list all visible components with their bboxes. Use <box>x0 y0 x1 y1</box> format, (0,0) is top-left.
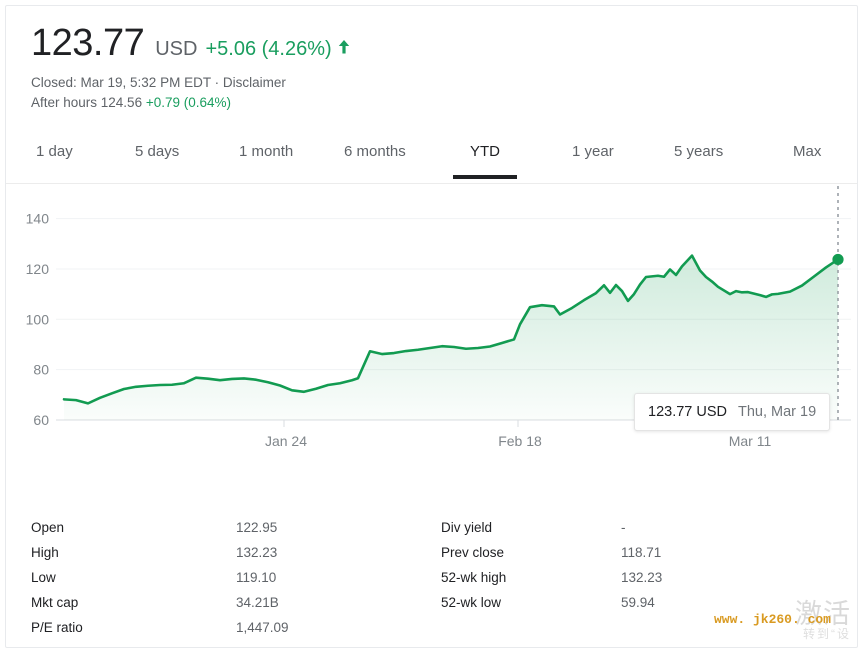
stat-value: - <box>621 520 626 535</box>
x-axis-label: Jan 24 <box>265 433 307 449</box>
after-hours-label: After hours 124.56 <box>31 94 143 110</box>
stat-label: Div yield <box>441 520 493 535</box>
arrow-up-icon <box>338 40 350 57</box>
stat-value: 59.94 <box>621 595 655 610</box>
stock-quote-card: 123.77 USD +5.06 (4.26%) Closed: Mar 19,… <box>5 5 858 648</box>
tab-1-year[interactable]: 1 year <box>572 143 614 174</box>
x-axis-label: Mar 11 <box>729 433 772 449</box>
chart-last-point-dot <box>832 253 844 266</box>
stat-label: Mkt cap <box>31 595 79 610</box>
chart-y-axis-labels: 60 80 100 120 140 <box>26 211 50 428</box>
tab-6-months[interactable]: 6 months <box>344 143 406 174</box>
tab-max[interactable]: Max <box>793 143 821 174</box>
price-chart[interactable]: 60 80 100 120 140 Jan 24 Feb 18 Mar 11 123.77 … <box>6 184 857 506</box>
current-price: 123.77 <box>31 22 145 64</box>
y-axis-label: 140 <box>26 211 50 227</box>
stat-label: Open <box>31 520 65 535</box>
stat-label: 52-wk low <box>441 595 502 610</box>
stat-value: 118.71 <box>621 545 662 560</box>
chart-canvas: 60 80 100 120 140 Jan 24 Feb 18 Mar 11 <box>26 186 851 449</box>
tooltip-price: 123.77 USD <box>648 404 727 421</box>
range-tab-bar: 1 day 5 days 1 month 6 months YTD 1 year 5 yea… <box>6 131 857 185</box>
y-axis-label: 60 <box>33 412 49 428</box>
stat-label: Low <box>31 570 56 585</box>
stat-label: High <box>31 545 59 560</box>
stat-label: P/E ratio <box>31 620 83 635</box>
tab-1-day[interactable]: 1 day <box>36 143 73 174</box>
tab-1-month[interactable]: 1 month <box>239 143 293 174</box>
stat-value: 119.10 <box>236 570 277 585</box>
market-status-text: Closed: Mar 19, 5:32 PM EDT · Disclaimer <box>31 75 286 90</box>
stat-label: Prev close <box>441 545 505 560</box>
currency-label: USD <box>155 38 198 60</box>
tab-5-years[interactable]: 5 years <box>674 143 723 174</box>
price-change: +5.06 (4.26%) <box>205 38 332 60</box>
after-hours-change: +0.79 (0.64%) <box>145 94 232 110</box>
after-hours-row: After hours 124.56 +0.79 (0.64%) <box>31 93 857 113</box>
stat-value: 122.95 <box>236 520 278 535</box>
stat-value: 34.21B <box>236 595 279 610</box>
stats-table: Open 122.95 Div yield - High 132.23 Prev close… <box>31 515 831 640</box>
stat-value: 132.23 <box>236 545 278 560</box>
y-axis-label: 120 <box>26 261 50 277</box>
chart-tooltip: 123.77 USD Thu, Mar 19 <box>634 393 831 432</box>
price-row: 123.77 USD +5.06 (4.26%) <box>31 24 857 62</box>
stat-label: 52-wk high <box>441 570 507 585</box>
y-axis-label: 80 <box>33 362 49 378</box>
stat-value: 132.23 <box>621 570 663 585</box>
tab-ytd[interactable]: YTD <box>470 143 500 174</box>
chart-x-axis-labels: Jan 24 Feb 18 Mar 11 <box>265 433 771 449</box>
y-axis-label: 100 <box>26 311 50 327</box>
stat-value: 1,447.09 <box>236 620 289 635</box>
tooltip-date: Thu, Mar 19 <box>738 404 817 421</box>
stat-label <box>441 615 621 640</box>
stat-value <box>621 615 801 640</box>
x-axis-label: Feb 18 <box>498 433 542 449</box>
quote-header: 123.77 USD +5.06 (4.26%) Closed: Mar 19,… <box>6 6 857 112</box>
tab-5-days[interactable]: 5 days <box>135 143 179 174</box>
